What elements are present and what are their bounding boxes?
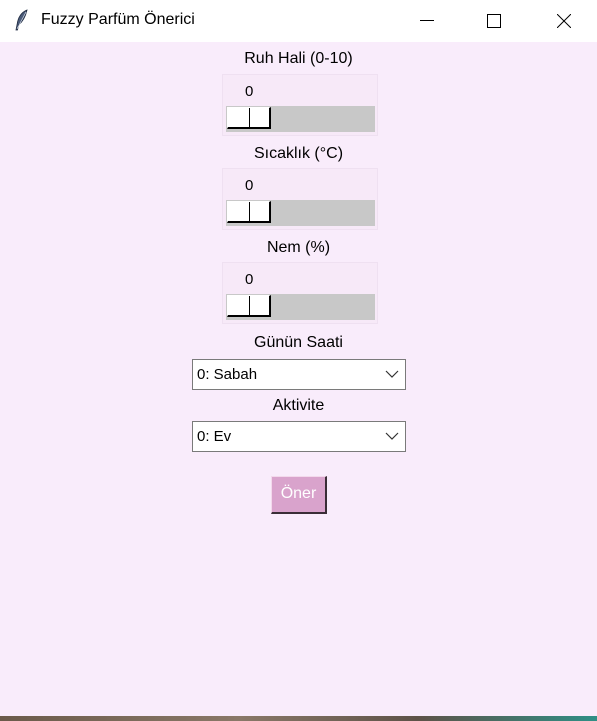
slider-grip-icon bbox=[249, 202, 250, 222]
mood-slider-handle[interactable] bbox=[227, 107, 271, 129]
time-of-day-value: 0: Sabah bbox=[197, 366, 258, 383]
time-of-day-label: Günün Saati bbox=[254, 334, 343, 351]
chevron-down-icon bbox=[385, 432, 399, 440]
chevron-down-icon bbox=[385, 370, 399, 378]
humidity-scale[interactable]: 0 bbox=[222, 262, 378, 324]
activity-select[interactable]: 0: Ev bbox=[192, 421, 406, 452]
humidity-slider-handle[interactable] bbox=[227, 295, 271, 317]
activity-value: 0: Ev bbox=[197, 428, 232, 445]
main-panel: Ruh Hali (0-10) 0 Sıcaklık (°C) 0 Nem (%… bbox=[0, 42, 597, 716]
humidity-label: Nem (%) bbox=[266, 239, 331, 256]
recommend-button[interactable]: Öner bbox=[271, 476, 327, 514]
minimize-icon bbox=[420, 20, 434, 21]
title-bar: Fuzzy Parfüm Önerici bbox=[0, 0, 597, 42]
temperature-scale[interactable]: 0 bbox=[222, 168, 378, 230]
humidity-value: 0 bbox=[245, 271, 254, 288]
activity-label: Aktivite bbox=[272, 397, 325, 414]
feather-icon bbox=[15, 9, 28, 31]
mood-scale[interactable]: 0 bbox=[222, 74, 378, 136]
temperature-label: Sıcaklık (°C) bbox=[253, 145, 344, 162]
maximize-button[interactable] bbox=[471, 0, 517, 42]
mood-label: Ruh Hali (0-10) bbox=[244, 50, 353, 67]
window-title: Fuzzy Parfüm Önerici bbox=[41, 11, 195, 28]
slider-grip-icon bbox=[249, 108, 250, 128]
close-button[interactable] bbox=[541, 0, 587, 42]
slider-grip-icon bbox=[249, 296, 250, 316]
minimize-button[interactable] bbox=[404, 0, 450, 42]
desktop-background-strip bbox=[0, 716, 597, 721]
mood-trough[interactable] bbox=[226, 106, 375, 132]
mood-value: 0 bbox=[245, 83, 254, 100]
humidity-trough[interactable] bbox=[226, 294, 375, 320]
maximize-icon bbox=[487, 14, 501, 28]
temperature-value: 0 bbox=[245, 177, 254, 194]
close-icon bbox=[557, 14, 571, 28]
temperature-trough[interactable] bbox=[226, 200, 375, 226]
temperature-slider-handle[interactable] bbox=[227, 201, 271, 223]
time-of-day-select[interactable]: 0: Sabah bbox=[192, 359, 406, 390]
